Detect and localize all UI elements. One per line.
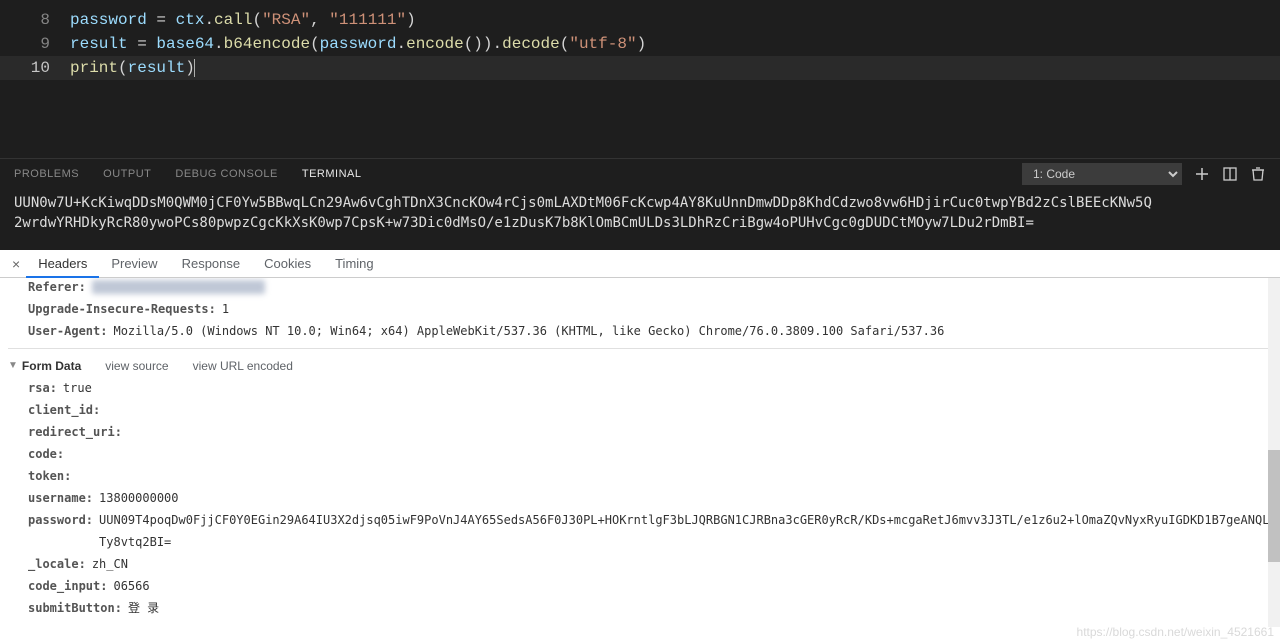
form-value: 登 录 xyxy=(128,597,159,619)
form-row: _locale zh_CN xyxy=(28,553,1270,575)
tab-response[interactable]: Response xyxy=(170,250,253,278)
form-key: rsa xyxy=(28,377,57,399)
header-key: Referer xyxy=(28,278,86,298)
terminal-output[interactable]: UUN0w7U+KcKiwqDDsM0QWM0jCF0Yw5BBwqLCn29A… xyxy=(0,189,1280,237)
form-key: _locale xyxy=(28,553,86,575)
text-cursor xyxy=(194,59,195,77)
form-key: code_input xyxy=(28,575,107,597)
code-editor[interactable]: 8 password = ctx.call("RSA", "111111") 9… xyxy=(0,0,1280,158)
devtools-panel: × Headers Preview Response Cookies Timin… xyxy=(0,250,1280,641)
form-key: redirect_uri xyxy=(28,421,122,443)
code-content[interactable]: print(result) xyxy=(70,56,195,80)
form-value: true xyxy=(63,377,92,399)
form-key: code xyxy=(28,443,64,465)
form-key: client_id xyxy=(28,399,100,421)
kill-terminal-icon[interactable] xyxy=(1250,166,1266,182)
close-icon[interactable]: × xyxy=(6,256,26,272)
devtools-tabs: × Headers Preview Response Cookies Timin… xyxy=(0,250,1280,278)
header-value: 1 xyxy=(222,298,229,320)
form-key: password xyxy=(28,509,93,531)
chevron-down-icon[interactable]: ▼ xyxy=(8,355,18,377)
new-terminal-icon[interactable] xyxy=(1194,166,1210,182)
section-title: Form Data xyxy=(22,355,81,377)
form-row: submitButton 登 录 xyxy=(28,597,1270,619)
form-row: password UUN09T4poqDw0FjjCF0Y0EGin29A64IU… xyxy=(28,509,1270,553)
section-header[interactable]: ▼ Form Data view source view URL encoded xyxy=(8,355,1270,377)
line-number: 8 xyxy=(0,8,70,32)
panel-tabs: PROBLEMS OUTPUT DEBUG CONSOLE TERMINAL 1… xyxy=(0,159,1280,189)
header-value: Mozilla/5.0 (Windows NT 10.0; Win64; x64… xyxy=(113,320,944,342)
code-line[interactable]: 8 password = ctx.call("RSA", "111111") xyxy=(0,8,1280,32)
redacted-value: xxxxxxxxxxxxxxxxxxxxxxxx xyxy=(92,280,265,294)
devtools-body[interactable]: Referer xxxxxxxxxxxxxxxxxxxxxxxx Upgrade… xyxy=(0,278,1270,641)
tab-cookies[interactable]: Cookies xyxy=(252,250,323,278)
code-content[interactable]: password = ctx.call("RSA", "111111") xyxy=(70,8,416,32)
form-key: token xyxy=(28,465,71,487)
header-row: Referer xxxxxxxxxxxxxxxxxxxxxxxx xyxy=(28,278,1270,298)
split-terminal-icon[interactable] xyxy=(1222,166,1238,182)
tab-debug-console[interactable]: DEBUG CONSOLE xyxy=(175,168,277,180)
tab-output[interactable]: OUTPUT xyxy=(103,168,151,180)
view-source-link[interactable]: view source xyxy=(105,355,168,377)
header-row: User-Agent Mozilla/5.0 (Windows NT 10.0;… xyxy=(28,320,1270,342)
tab-problems[interactable]: PROBLEMS xyxy=(14,168,79,180)
form-key: submitButton xyxy=(28,597,122,619)
form-row: client_id xyxy=(28,399,1270,421)
scrollbar-thumb[interactable] xyxy=(1268,450,1280,562)
header-value: xxxxxxxxxxxxxxxxxxxxxxxx xyxy=(92,278,265,298)
watermark: https://blog.csdn.net/weixin_4521661 xyxy=(1077,625,1274,639)
code-line[interactable]: 9 result = base64.b64encode(password.enc… xyxy=(0,32,1280,56)
form-row: code_input 06566 xyxy=(28,575,1270,597)
code-line[interactable]: 10 print(result) xyxy=(0,56,1280,80)
form-row: code xyxy=(28,443,1270,465)
form-row: token xyxy=(28,465,1270,487)
form-value: zh_CN xyxy=(92,553,128,575)
tab-preview[interactable]: Preview xyxy=(99,250,169,278)
code-content[interactable]: result = base64.b64encode(password.encod… xyxy=(70,32,646,56)
line-number: 10 xyxy=(0,56,70,80)
header-key: User-Agent xyxy=(28,320,107,342)
form-row: rsatrue xyxy=(28,377,1270,399)
line-number: 9 xyxy=(0,32,70,56)
bottom-panel: PROBLEMS OUTPUT DEBUG CONSOLE TERMINAL 1… xyxy=(0,158,1280,250)
header-row: Upgrade-Insecure-Requests 1 xyxy=(28,298,1270,320)
tab-headers[interactable]: Headers xyxy=(26,250,99,278)
form-value: 06566 xyxy=(113,575,149,597)
header-key: Upgrade-Insecure-Requests xyxy=(28,298,216,320)
tab-timing[interactable]: Timing xyxy=(323,250,386,278)
form-value: 13800000000 xyxy=(99,487,178,509)
form-key: username xyxy=(28,487,93,509)
form-value: UUN09T4poqDw0FjjCF0Y0EGin29A64IU3X2djsq0… xyxy=(99,509,1270,553)
terminal-select[interactable]: 1: Code xyxy=(1022,163,1182,185)
form-data-section: ▼ Form Data view source view URL encoded… xyxy=(8,348,1270,619)
view-url-encoded-link[interactable]: view URL encoded xyxy=(193,355,293,377)
tab-terminal[interactable]: TERMINAL xyxy=(302,168,362,180)
form-row: username 13800000000 xyxy=(28,487,1270,509)
form-row: redirect_uri xyxy=(28,421,1270,443)
